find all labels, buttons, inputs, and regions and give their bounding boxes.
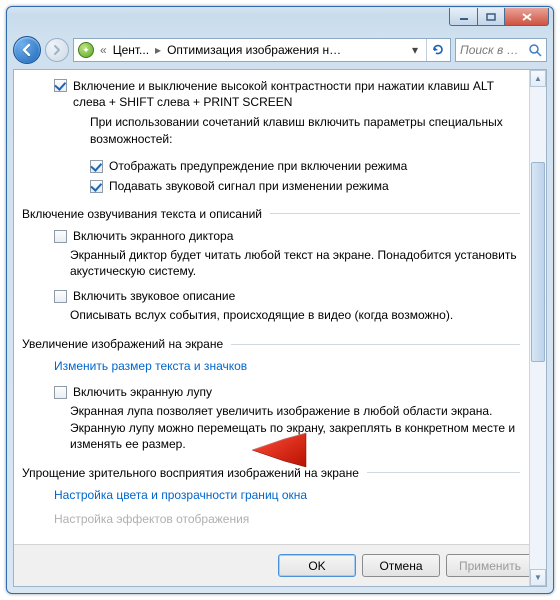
link-text-size[interactable]: Изменить размер текста и значков [54,359,247,373]
scroll-down-button[interactable]: ▼ [530,569,546,586]
search-input[interactable]: Поиск в па... [455,38,547,62]
scroll-track[interactable] [530,87,546,569]
section-label: Увеличение изображений на экране [22,337,223,351]
checkbox-show-warning[interactable]: Отображать предупреждение при включении … [90,159,520,173]
address-bar[interactable]: ✦ « Цент... ▸ Оптимизация изображения на… [73,38,451,62]
checkbox-icon [54,79,67,92]
checkbox-label: Подавать звуковой сигнал при изменении р… [109,179,389,193]
scroll-content: Включение и выключение высокой контрастн… [14,70,546,544]
close-button[interactable] [505,8,549,26]
checkbox-label: Отображать предупреждение при включении … [109,159,407,173]
checkbox-high-contrast-toggle[interactable]: Включение и выключение высокой контрастн… [54,78,520,110]
checkbox-label: Включить экранного диктора [73,229,233,243]
checkbox-label: Включить экранную лупу [73,385,212,399]
chevron-right-icon: ▸ [155,43,161,57]
maximize-icon [486,13,496,21]
checkbox-play-sound[interactable]: Подавать звуковой сигнал при изменении р… [90,179,520,193]
checkbox-icon [54,290,67,303]
scroll-up-button[interactable]: ▲ [530,70,546,87]
breadcrumb-1[interactable]: Цент... [113,43,149,57]
link-display-effects-cut[interactable]: Настройка эффектов отображения [54,512,249,526]
ok-button[interactable]: OK [278,554,356,577]
minimize-button[interactable] [449,8,477,26]
checkbox-label: Включить звуковое описание [73,289,235,303]
narrator-description: Экранный диктор будет читать любой текст… [70,247,520,279]
checkbox-narrator[interactable]: Включить экранного диктора [54,229,520,243]
nav-back-button[interactable] [13,36,41,64]
breadcrumb-sep: « [100,43,107,57]
breadcrumb-2[interactable]: Оптимизация изображения на э... [167,43,347,57]
checkbox-icon [90,160,103,173]
section-simplify: Упрощение зрительного восприятия изображ… [22,466,520,480]
minimize-icon [459,13,469,21]
control-panel-icon: ✦ [78,42,94,58]
navbar: ✦ « Цент... ▸ Оптимизация изображения на… [7,35,553,69]
section-label: Упрощение зрительного восприятия изображ… [22,466,359,480]
sub-intro-text: При использовании сочетаний клавиш включ… [90,114,520,146]
button-bar: OK Отмена Применить [14,544,546,586]
checkbox-icon [54,386,67,399]
cancel-button[interactable]: Отмена [362,554,440,577]
nav-forward-button[interactable] [45,38,69,62]
maximize-button[interactable] [477,8,505,26]
apply-button[interactable]: Применить [446,554,534,577]
content-area: Включение и выключение высокой контрастн… [13,69,547,587]
close-icon [522,13,532,21]
checkbox-icon [54,230,67,243]
checkbox-label: Включение и выключение высокой контрастн… [73,78,520,110]
titlebar [7,7,553,35]
search-placeholder: Поиск в па... [460,43,524,57]
link-window-color[interactable]: Настройка цвета и прозрачности границ ок… [54,488,307,502]
window-frame: ✦ « Цент... ▸ Оптимизация изображения на… [6,6,554,594]
refresh-icon [431,43,445,57]
search-icon [528,43,542,57]
arrow-left-icon [20,43,34,57]
address-dropdown[interactable]: ▾ [408,43,422,57]
section-magnify: Увеличение изображений на экране [22,337,520,351]
section-label: Включение озвучивания текста и описаний [22,207,262,221]
magnifier-description: Экранная лупа позволяет увеличить изобра… [70,403,520,452]
audiodesc-description: Описывать вслух события, происходящие в … [70,307,520,323]
vertical-scrollbar[interactable]: ▲ ▼ [529,70,546,586]
checkbox-magnifier[interactable]: Включить экранную лупу [54,385,520,399]
checkbox-audio-description[interactable]: Включить звуковое описание [54,289,520,303]
refresh-button[interactable] [426,39,448,61]
checkbox-icon [90,180,103,193]
section-narration: Включение озвучивания текста и описаний [22,207,520,221]
scroll-thumb[interactable] [531,162,545,362]
arrow-right-icon [51,44,63,56]
